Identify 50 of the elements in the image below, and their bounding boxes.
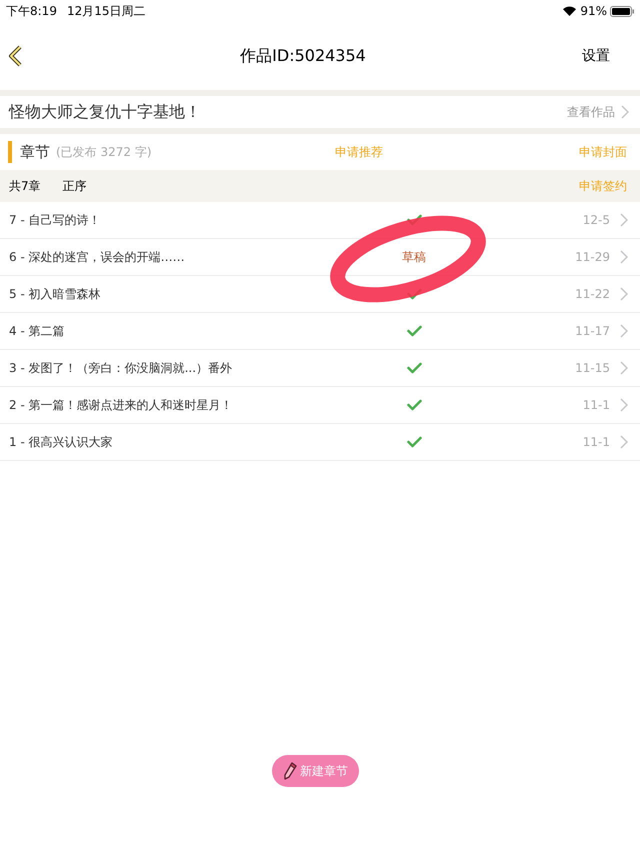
chapter-title: 3 - 发图了！（旁白：你没脑洞就...）番外 [9, 360, 234, 377]
section-accent-bar [8, 141, 12, 163]
chapter-title: 6 - 深处的迷宫，误会的开端…… [9, 249, 186, 266]
published-count: (已发布 3272 字) [56, 144, 152, 161]
chapter-title: 1 - 很高兴认识大家 [9, 434, 114, 451]
status-date: 12月15日周二 [66, 3, 146, 20]
wifi-icon [563, 6, 576, 16]
chevron-right-icon [620, 435, 628, 449]
chapter-title: 7 - 自己写的诗！ [9, 212, 102, 229]
battery-percent: 91% [580, 3, 607, 20]
chapter-date: 11-1 [582, 397, 610, 414]
chapter-row[interactable]: 7 - 自己写的诗！ 12-5 [0, 202, 640, 239]
chapter-date: 11-17 [574, 323, 610, 340]
chapter-title: 5 - 初入暗雪森林 [9, 286, 102, 303]
work-title: 怪物大师之复仇十字基地！ [9, 101, 201, 123]
pencil-icon [283, 762, 297, 780]
chevron-right-icon [620, 398, 628, 412]
chapter-date: 11-29 [574, 249, 610, 266]
chevron-right-icon [620, 250, 628, 264]
chevron-right-icon [620, 287, 628, 301]
chapter-date: 12-5 [582, 212, 610, 229]
page-title: 作品ID:5024354 [240, 45, 366, 67]
chapter-title: 2 - 第一篇！感谢点进来的人和迷时星月！ [9, 397, 234, 414]
view-work-chevron-icon [621, 105, 629, 119]
check-icon [406, 325, 422, 337]
status-time: 下午8:19 [6, 3, 57, 20]
chapter-date: 11-22 [574, 286, 610, 303]
battery-icon [610, 6, 634, 16]
chapter-row[interactable]: 3 - 发图了！（旁白：你没脑洞就...）番外 11-15 [0, 350, 640, 387]
check-icon [406, 399, 422, 411]
sort-order-button[interactable]: 正序 [62, 177, 87, 195]
chevron-right-icon [620, 361, 628, 375]
chapter-total: 共7章 [9, 178, 41, 195]
section-title: 章节 [20, 142, 50, 163]
chapter-row[interactable]: 4 - 第二篇 11-17 [0, 313, 640, 350]
chapter-date: 11-15 [574, 360, 610, 377]
draft-label: 草稿 [402, 249, 426, 266]
check-icon [406, 362, 422, 374]
chapter-row[interactable]: 5 - 初入暗雪森林 11-22 [0, 276, 640, 313]
check-icon [406, 436, 422, 448]
chevron-right-icon [620, 213, 628, 227]
chapter-row[interactable]: 2 - 第一篇！感谢点进来的人和迷时星月！ 11-1 [0, 387, 640, 424]
chapter-date: 11-1 [582, 434, 610, 451]
chapter-row[interactable]: 1 - 很高兴认识大家 11-1 [0, 424, 640, 461]
settings-button[interactable]: 设置 [582, 46, 610, 66]
back-button[interactable] [8, 44, 24, 68]
chevron-right-icon [620, 324, 628, 338]
chapter-title: 4 - 第二篇 [9, 323, 66, 340]
chapter-row[interactable]: 6 - 深处的迷宫，误会的开端…… 草稿 11-29 [0, 239, 640, 276]
back-chevron-icon [8, 45, 22, 67]
